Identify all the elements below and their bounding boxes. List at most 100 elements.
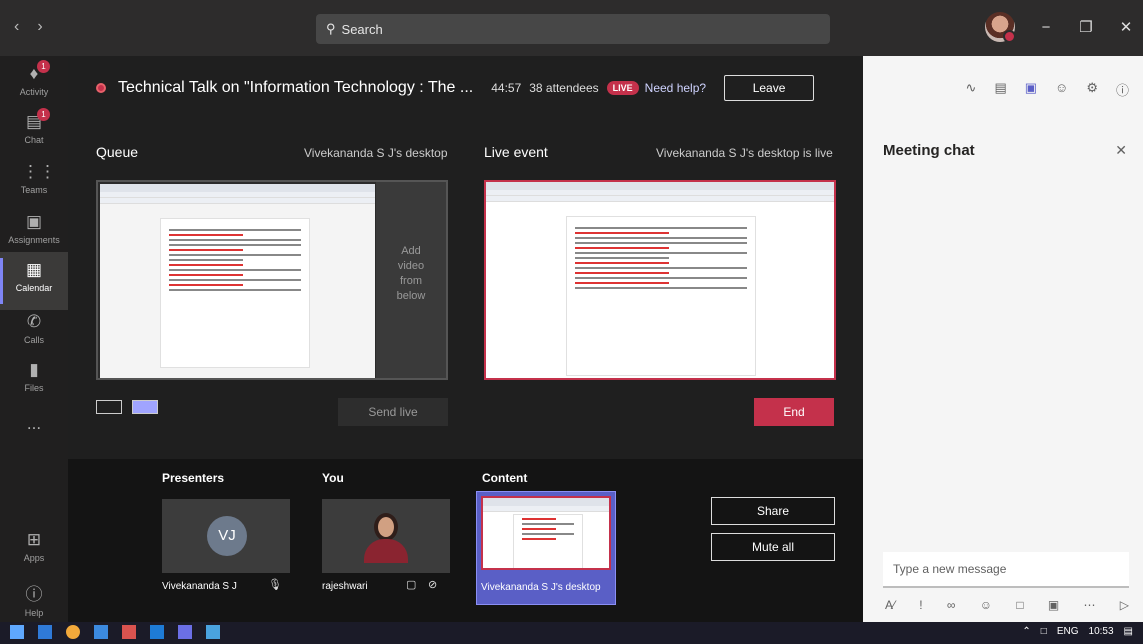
you-tile[interactable] xyxy=(322,499,450,573)
producer-view: Technical Talk on "Information Technolog… xyxy=(68,56,863,622)
compose-toolbar: A⁄ ! ∞ ☺ □ ▣ ⋯ ▷ xyxy=(885,598,1129,612)
back-icon[interactable]: ‹ xyxy=(14,18,19,36)
rail-label: Help xyxy=(24,608,44,618)
mic-off-icon[interactable]: ⊘ xyxy=(428,578,437,591)
add-video-text: from xyxy=(400,275,422,287)
you-name: rajeshwari xyxy=(322,581,368,592)
attach-icon[interactable]: ∞ xyxy=(947,598,956,612)
sticker-icon[interactable]: ▣ xyxy=(1048,598,1059,612)
assignments-icon: ▣ xyxy=(25,212,43,231)
avatar: VJ xyxy=(207,516,247,556)
emoji-icon[interactable]: ☺ xyxy=(980,598,992,612)
explorer-icon[interactable] xyxy=(94,625,108,639)
mic-icon[interactable]: 🎙 xyxy=(268,578,282,591)
rail-item-calendar[interactable]: ▦ Calendar xyxy=(0,252,68,310)
more-icon[interactable]: ⋯ xyxy=(1083,598,1095,612)
message-placeholder: Type a new message xyxy=(893,562,1007,576)
user-video xyxy=(364,513,408,563)
add-video-text: Add xyxy=(401,245,421,257)
rail-label: Chat xyxy=(24,135,44,145)
send-live-button[interactable]: Send live xyxy=(338,398,448,426)
search-input[interactable]: ⚲ Search xyxy=(316,14,830,44)
live-preview xyxy=(484,180,836,380)
rail-label: Assignments xyxy=(8,235,60,245)
you-label: You xyxy=(322,471,344,485)
rail-label: Calendar xyxy=(15,283,53,293)
notes-icon[interactable]: ▤ xyxy=(994,80,1006,99)
chat-icon[interactable]: ▣ xyxy=(1025,80,1037,99)
content-label: Content xyxy=(482,471,528,485)
close-icon[interactable]: ✕ xyxy=(1117,18,1135,36)
event-title: Technical Talk on "Information Technolog… xyxy=(118,79,474,96)
minimize-icon[interactable]: − xyxy=(1037,19,1055,36)
add-video-text: below xyxy=(396,290,426,302)
rail-item-files[interactable]: ▮ Files xyxy=(0,352,68,410)
content-tile[interactable]: Vivekananda S J's desktop xyxy=(476,491,616,605)
language[interactable]: ENG xyxy=(1057,626,1079,637)
notifications-icon[interactable]: ▤ xyxy=(1124,626,1133,637)
clock[interactable]: 10:53 xyxy=(1089,626,1114,637)
panel-toolbar: ∿ ▤ ▣ ☺ ⚙ ⓘ xyxy=(966,80,1129,99)
send-icon[interactable]: ▷ xyxy=(1120,598,1129,612)
start-icon[interactable] xyxy=(10,625,24,639)
share-button[interactable]: Share xyxy=(711,497,835,525)
title-bar: ‹ › ⚲ Search − ❐ ✕ xyxy=(0,0,1143,56)
phone-icon: ✆ xyxy=(26,312,42,331)
event-header: Technical Talk on "Information Technolog… xyxy=(96,74,835,102)
window-controls: − ❐ ✕ xyxy=(985,12,1135,43)
gif-icon[interactable]: □ xyxy=(1016,598,1023,612)
health-icon[interactable]: ∿ xyxy=(966,80,977,99)
edge-icon[interactable] xyxy=(38,625,52,639)
mute-all-button[interactable]: Mute all xyxy=(711,533,835,561)
recording-icon xyxy=(96,83,106,93)
help-icon: ⓘ xyxy=(25,585,43,604)
rail-label: Teams xyxy=(20,185,48,195)
photos-icon[interactable] xyxy=(206,625,220,639)
maximize-icon[interactable]: ❐ xyxy=(1077,18,1095,36)
live-status: Vivekananda S J's desktop is live xyxy=(656,146,833,160)
rail-label: Files xyxy=(24,383,44,393)
layout-switcher xyxy=(96,400,158,414)
leave-button[interactable]: Leave xyxy=(724,75,815,101)
format-icon[interactable]: A⁄ xyxy=(885,598,895,612)
attendee-count[interactable]: 38 attendees xyxy=(529,81,598,95)
content-name: Vivekananda S J's desktop xyxy=(481,582,601,593)
event-timer: 44:57 xyxy=(491,81,522,95)
close-icon[interactable]: ✕ xyxy=(1115,142,1127,159)
chrome-icon[interactable] xyxy=(66,625,80,639)
network-icon[interactable]: □ xyxy=(1041,626,1047,637)
info-icon[interactable]: ⓘ xyxy=(1116,80,1129,99)
forward-icon[interactable]: › xyxy=(37,18,42,36)
presenter-tile[interactable]: VJ xyxy=(162,499,290,573)
chat-title: Meeting chat xyxy=(883,142,975,159)
queue-preview[interactable]: Add video from below xyxy=(96,180,448,380)
teams-window: ‹ › ⚲ Search − ❐ ✕ ♦ 1 Activity ▤ 1 Chat ⋮… xyxy=(0,0,1143,644)
live-event-label: Live event xyxy=(484,144,548,160)
important-icon[interactable]: ! xyxy=(919,598,922,612)
search-placeholder: Search xyxy=(341,21,383,37)
rail-item-more[interactable]: ... xyxy=(0,406,68,464)
queue-label: Queue xyxy=(96,144,139,160)
live-badge: LIVE xyxy=(606,81,639,95)
files-icon: ▮ xyxy=(29,360,39,379)
camera-off-icon[interactable]: ▢ xyxy=(406,578,416,591)
store-icon[interactable] xyxy=(122,625,136,639)
ie-icon[interactable] xyxy=(150,625,164,639)
bell-icon: ♦ 1 xyxy=(22,60,50,84)
presenter-name: Vivekananda S J xyxy=(162,581,237,592)
single-layout-icon[interactable] xyxy=(96,400,122,414)
end-button[interactable]: End xyxy=(754,398,834,426)
teams-taskbar-icon[interactable] xyxy=(178,625,192,639)
tray-arrow-icon[interactable]: ⌃ xyxy=(1022,626,1030,637)
search-icon: ⚲ xyxy=(326,21,336,36)
teams-icon: ⋮⋮ xyxy=(22,162,56,181)
people-icon[interactable]: ☺ xyxy=(1055,80,1068,99)
add-video-slot[interactable]: Add video from below xyxy=(376,182,446,378)
settings-icon[interactable]: ⚙ xyxy=(1086,80,1098,99)
split-layout-icon[interactable] xyxy=(132,400,158,414)
profile-avatar[interactable] xyxy=(985,12,1016,43)
need-help-link[interactable]: Need help? xyxy=(645,81,706,95)
nav-arrows: ‹ › xyxy=(14,18,43,36)
message-input[interactable]: Type a new message xyxy=(883,552,1129,588)
more-icon: ... xyxy=(26,414,42,433)
